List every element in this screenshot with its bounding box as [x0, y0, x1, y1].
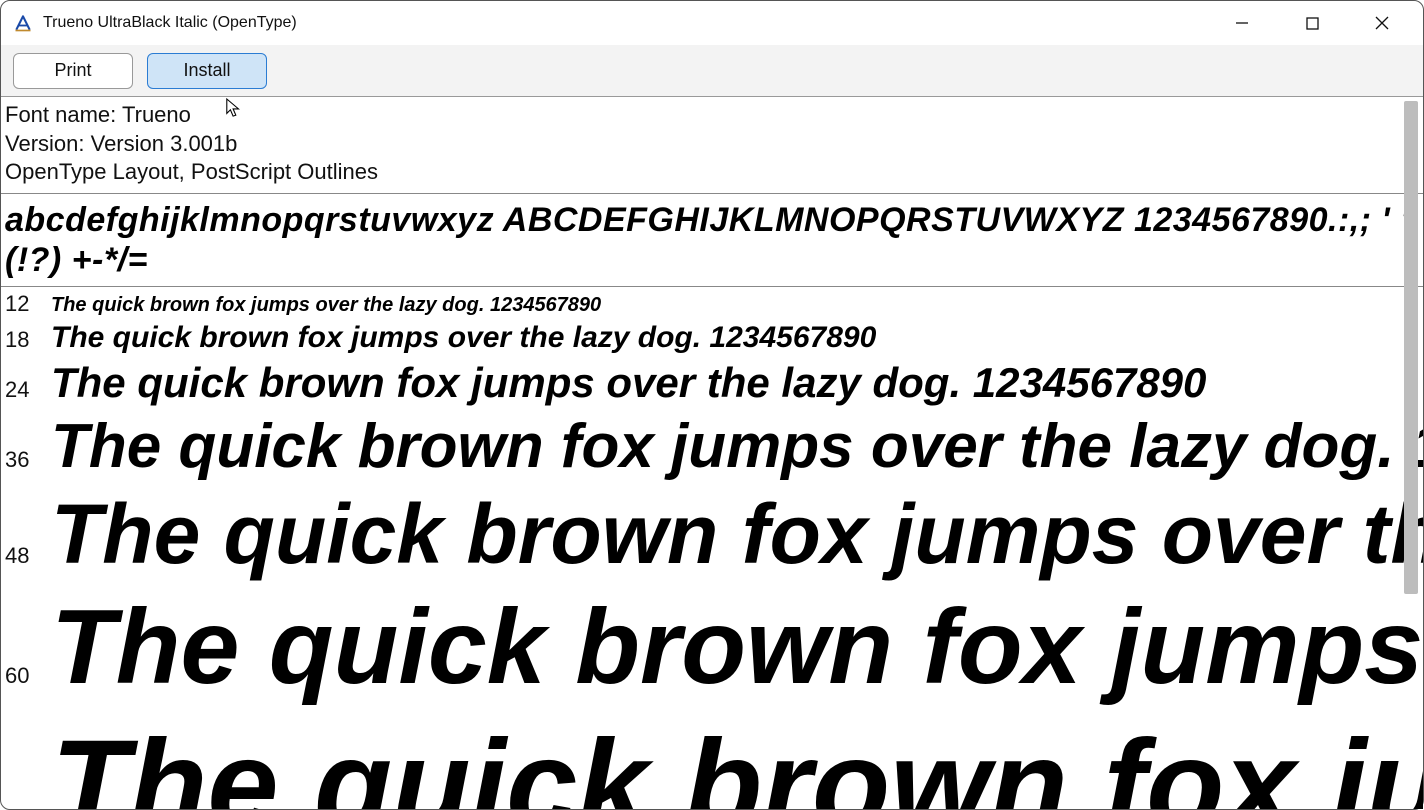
alphabet-text: abcdefghijklmnopqrstuvwxyz ABCDEFGHIJKLM… [5, 200, 1419, 280]
font-metadata: Font name: Trueno Version: Version 3.001… [1, 97, 1423, 193]
print-button[interactable]: Print [13, 53, 133, 89]
font-name-line: Font name: Trueno [5, 101, 1417, 130]
sample-row: 24The quick brown fox jumps over the laz… [1, 357, 1423, 409]
maximize-button[interactable] [1277, 1, 1347, 45]
app-icon [13, 13, 33, 33]
minimize-button[interactable] [1207, 1, 1277, 45]
size-label: 24 [5, 377, 51, 403]
size-label: 60 [5, 663, 51, 689]
close-icon [1375, 16, 1389, 30]
sample-row: 18The quick brown fox jumps over the laz… [1, 319, 1423, 357]
sample-row: 48The quick brown fox jumps over the laz… [1, 484, 1423, 585]
sample-row: 60The quick brown fox jumps over the laz… [1, 585, 1423, 710]
size-label: 12 [5, 291, 51, 317]
maximize-icon [1306, 17, 1319, 30]
sample-text: The quick brown fox jumps over the lazy … [51, 359, 1206, 407]
sample-row: 72The quick brown fox jumps over the laz… [1, 710, 1423, 809]
sample-text: The quick brown fox jumps over the lazy … [51, 321, 876, 355]
font-viewer-window: Trueno UltraBlack Italic (OpenType) Prin… [0, 0, 1424, 810]
titlebar: Trueno UltraBlack Italic (OpenType) [1, 1, 1423, 45]
size-label: 36 [5, 447, 51, 473]
font-version-line: Version: Version 3.001b [5, 130, 1417, 159]
scrollbar-thumb[interactable] [1404, 101, 1418, 594]
size-label: 18 [5, 327, 51, 353]
sample-row: 36The quick brown fox jumps over the laz… [1, 409, 1423, 484]
window-title: Trueno UltraBlack Italic (OpenType) [43, 14, 297, 32]
minimize-icon [1235, 16, 1249, 30]
scrollbar-vertical[interactable] [1402, 101, 1420, 805]
close-button[interactable] [1347, 1, 1417, 45]
scroll-area[interactable]: Font name: Trueno Version: Version 3.001… [1, 97, 1423, 809]
sample-text: The quick brown fox jumps over the lazy … [51, 294, 601, 317]
sample-text: The quick brown fox jumps over the lazy … [51, 411, 1423, 482]
preview-body: Font name: Trueno Version: Version 3.001… [1, 97, 1423, 809]
toolbar: Print Install [1, 45, 1423, 97]
size-label: 48 [5, 543, 51, 569]
font-tech-line: OpenType Layout, PostScript Outlines [5, 158, 1417, 187]
sample-text: The quick brown fox jumps over the lazy … [51, 587, 1423, 708]
sample-row: 12The quick brown fox jumps over the laz… [1, 289, 1423, 319]
sample-text: The quick brown fox jumps over the lazy … [51, 486, 1423, 583]
sample-list: 12The quick brown fox jumps over the laz… [1, 287, 1423, 809]
install-button[interactable]: Install [147, 53, 267, 89]
alphabet-block: abcdefghijklmnopqrstuvwxyz ABCDEFGHIJKLM… [1, 194, 1423, 286]
sample-text: The quick brown fox jumps over the lazy … [51, 712, 1423, 809]
